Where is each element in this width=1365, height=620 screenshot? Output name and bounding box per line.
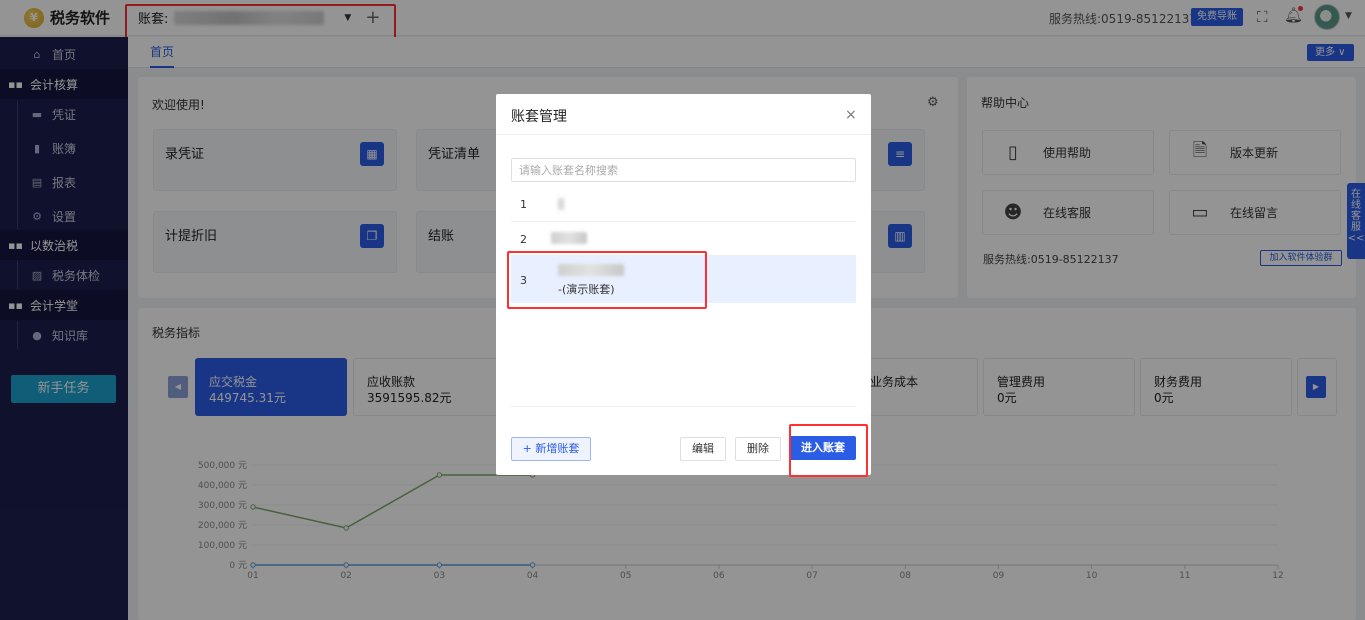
ledger-name-blurred bbox=[558, 198, 564, 210]
delete-button[interactable]: 删除 bbox=[735, 437, 781, 461]
highlight-selected-row bbox=[507, 251, 707, 309]
add-ledger-button[interactable]: + 新增账套 bbox=[511, 437, 591, 461]
close-icon[interactable]: × bbox=[845, 107, 857, 123]
ledger-name-blurred bbox=[551, 232, 587, 244]
row-index: 2 bbox=[520, 233, 527, 246]
ledger-search-input[interactable] bbox=[511, 158, 856, 182]
dialog-header: 账套管理 × bbox=[496, 94, 871, 135]
list-divider bbox=[511, 406, 856, 407]
row-index: 1 bbox=[520, 198, 527, 211]
dialog-title: 账套管理 bbox=[511, 109, 567, 125]
highlight-enter-button bbox=[789, 424, 868, 477]
ledger-row[interactable]: 1 bbox=[511, 188, 856, 222]
edit-button[interactable]: 编辑 bbox=[680, 437, 726, 461]
